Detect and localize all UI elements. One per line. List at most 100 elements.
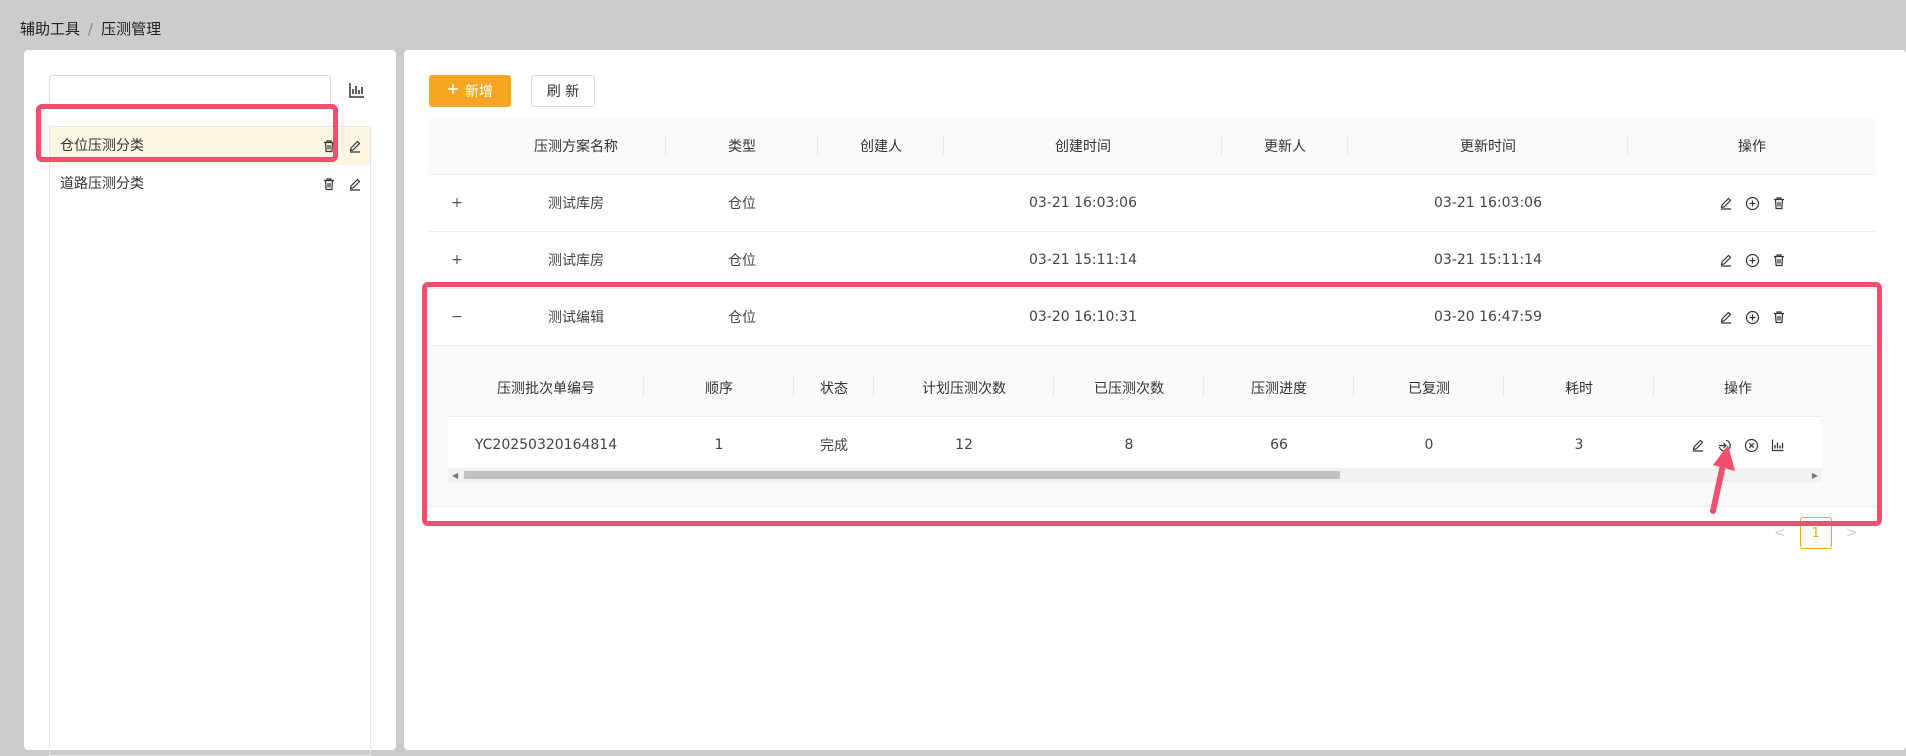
column-header-progress: 压测进度 xyxy=(1204,360,1354,417)
collapse-row-icon[interactable]: − xyxy=(450,310,464,325)
category-item-label: 仓位压测分类 xyxy=(60,138,144,154)
expand-row-icon[interactable]: + xyxy=(450,253,464,268)
cell-name: 测试库房 xyxy=(486,174,666,232)
trash-icon[interactable] xyxy=(322,177,336,191)
cell-status: 完成 xyxy=(794,416,874,474)
add-circle-icon[interactable] xyxy=(1745,253,1760,268)
cell-order: 1 xyxy=(644,416,794,474)
breadcrumb-separator: / xyxy=(88,20,94,38)
column-header-actions: 操作 xyxy=(1628,118,1876,175)
cell-created: 03-21 16:03:06 xyxy=(944,174,1222,232)
login-circle-icon[interactable] xyxy=(1717,438,1732,453)
batch-header-row: 压测批次单编号 顺序 状态 计划压测次数 已压测次数 压测进度 已复测 耗时 操… xyxy=(448,360,1822,417)
category-item-road[interactable]: 道路压测分类 xyxy=(50,165,370,203)
cell-type: 仓位 xyxy=(666,288,818,346)
cell-retested: 0 xyxy=(1354,416,1504,474)
trash-icon[interactable] xyxy=(1772,310,1786,324)
edit-icon[interactable] xyxy=(1691,438,1705,452)
column-header-retested: 已复测 xyxy=(1354,360,1504,417)
batch-row: YC20250320164814 1 完成 12 8 66 0 3 xyxy=(448,416,1822,474)
trash-icon[interactable] xyxy=(1772,196,1786,210)
column-header-batch-no: 压测批次单编号 xyxy=(448,360,644,417)
edit-icon[interactable] xyxy=(348,139,362,153)
cell-updater xyxy=(1222,288,1348,346)
cell-progress: 66 xyxy=(1204,416,1354,474)
category-tree: 仓位压测分类 道路压测分类 xyxy=(49,126,371,756)
cell-name: 测试库房 xyxy=(486,231,666,289)
expand-row-icon[interactable]: + xyxy=(450,196,464,211)
prev-page-button[interactable]: < xyxy=(1774,525,1786,541)
add-circle-icon[interactable] xyxy=(1745,196,1760,211)
trash-icon[interactable] xyxy=(322,139,336,153)
cell-creator xyxy=(818,231,944,289)
column-header-name: 压测方案名称 xyxy=(486,118,666,175)
page-number-button[interactable]: 1 xyxy=(1799,517,1832,549)
batch-actions xyxy=(1655,438,1821,453)
edit-icon[interactable] xyxy=(1719,196,1733,210)
cell-creator xyxy=(818,288,944,346)
next-page-button[interactable]: > xyxy=(1846,525,1858,541)
column-header-creator: 创建人 xyxy=(818,118,944,175)
cell-done: 8 xyxy=(1054,416,1204,474)
plan-panel: 新增 刷 新 压测方案名称 类型 创建人 创建时间 更新人 更新时间 操作 + … xyxy=(404,50,1906,750)
add-circle-icon[interactable] xyxy=(1745,310,1760,325)
cell-type: 仓位 xyxy=(666,174,818,232)
column-header-duration: 耗时 xyxy=(1504,360,1654,417)
column-header-order: 顺序 xyxy=(644,360,794,417)
cell-planned: 12 xyxy=(874,416,1054,474)
trash-icon[interactable] xyxy=(1772,253,1786,267)
cell-creator xyxy=(818,174,944,232)
add-button-label: 新增 xyxy=(465,84,493,100)
breadcrumb-root[interactable]: 辅助工具 xyxy=(20,20,80,38)
column-header-updater: 更新人 xyxy=(1222,118,1348,175)
expanded-row: 压测批次单编号 顺序 状态 计划压测次数 已压测次数 压测进度 已复测 耗时 操… xyxy=(428,345,1876,507)
cell-updater xyxy=(1222,231,1348,289)
cell-type: 仓位 xyxy=(666,231,818,289)
scroll-left-icon[interactable]: ◀ xyxy=(452,471,458,480)
column-header-created: 创建时间 xyxy=(944,118,1222,175)
cell-updated: 03-20 16:47:59 xyxy=(1348,288,1628,346)
bar-chart-icon[interactable] xyxy=(348,81,368,101)
row-actions xyxy=(1629,196,1875,211)
category-search-input[interactable] xyxy=(49,75,331,107)
table-row: + 测试库房 仓位 03-21 16:03:06 03-21 16:03:06 xyxy=(428,174,1876,232)
scrollbar-thumb[interactable] xyxy=(464,471,1340,479)
column-header-type: 类型 xyxy=(666,118,818,175)
edit-icon[interactable] xyxy=(348,177,362,191)
batch-table: 压测批次单编号 顺序 状态 计划压测次数 已压测次数 压测进度 已复测 耗时 操… xyxy=(448,360,1822,474)
close-circle-icon[interactable] xyxy=(1744,438,1759,453)
column-header-batch-actions: 操作 xyxy=(1654,360,1822,417)
horizontal-scrollbar[interactable]: ◀ ▶ xyxy=(448,468,1822,482)
edit-icon[interactable] xyxy=(1719,253,1733,267)
edit-icon[interactable] xyxy=(1719,310,1733,324)
column-header-expand xyxy=(428,118,486,175)
column-header-status: 状态 xyxy=(794,360,874,417)
cell-updated: 03-21 15:11:14 xyxy=(1348,231,1628,289)
pagination: < 1 > xyxy=(1774,517,1857,549)
table-header-row: 压测方案名称 类型 创建人 创建时间 更新人 更新时间 操作 xyxy=(428,118,1876,175)
category-item-label: 道路压测分类 xyxy=(60,176,144,192)
cell-duration: 3 xyxy=(1504,416,1654,474)
table-row: − 测试编辑 仓位 03-20 16:10:31 03-20 16:47:59 xyxy=(428,288,1876,346)
bar-chart-icon[interactable] xyxy=(1771,438,1785,452)
row-actions xyxy=(1629,253,1875,268)
cell-created: 03-21 15:11:14 xyxy=(944,231,1222,289)
refresh-button[interactable]: 刷 新 xyxy=(531,75,595,107)
column-header-updated: 更新时间 xyxy=(1348,118,1628,175)
cell-created: 03-20 16:10:31 xyxy=(944,288,1222,346)
scroll-right-icon[interactable]: ▶ xyxy=(1812,471,1818,480)
cell-updater xyxy=(1222,174,1348,232)
category-item-warehouse[interactable]: 仓位压测分类 xyxy=(50,127,370,165)
cell-name: 测试编辑 xyxy=(486,288,666,346)
cell-updated: 03-21 16:03:06 xyxy=(1348,174,1628,232)
breadcrumb: 辅助工具 / 压测管理 xyxy=(20,18,161,39)
column-header-planned: 计划压测次数 xyxy=(874,360,1054,417)
row-actions xyxy=(1629,310,1875,325)
cell-batch-no: YC20250320164814 xyxy=(448,416,644,474)
category-panel: 仓位压测分类 道路压测分类 xyxy=(24,50,396,756)
plan-table: 压测方案名称 类型 创建人 创建时间 更新人 更新时间 操作 + 测试库房 仓位… xyxy=(428,118,1876,507)
plus-icon xyxy=(447,83,459,99)
add-button[interactable]: 新增 xyxy=(429,75,511,107)
column-header-done: 已压测次数 xyxy=(1054,360,1204,417)
table-row: + 测试库房 仓位 03-21 15:11:14 03-21 15:11:14 xyxy=(428,231,1876,289)
